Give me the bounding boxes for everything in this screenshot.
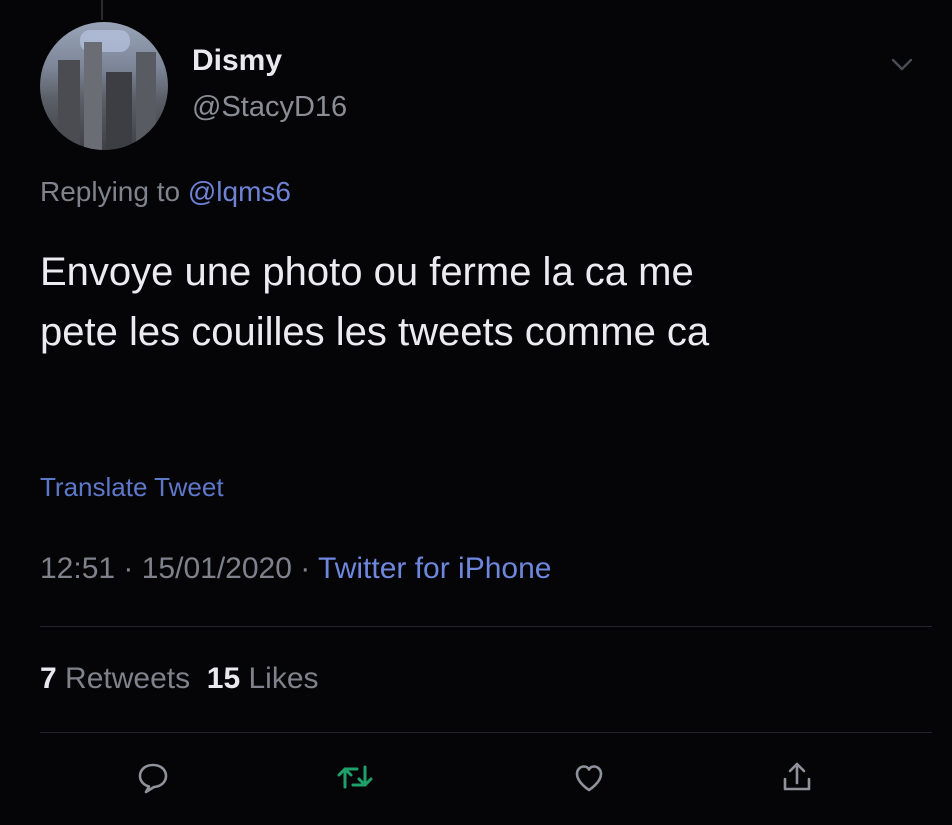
divider xyxy=(40,626,932,627)
reply-button[interactable] xyxy=(130,756,176,802)
tweet-text: Envoye une photo ou ferme la ca me pete … xyxy=(40,242,920,362)
reply-icon xyxy=(133,757,173,802)
share-icon xyxy=(777,757,817,802)
tweet-detail: Dismy @StacyD16 Replying to @lqms6 Envoy… xyxy=(0,0,952,825)
chevron-down-icon[interactable] xyxy=(890,56,914,74)
replying-to: Replying to @lqms6 xyxy=(40,176,291,208)
tweet-text-line: Envoye une photo ou ferme la ca me xyxy=(40,250,694,294)
user-handle[interactable]: @StacyD16 xyxy=(192,91,347,124)
share-button[interactable] xyxy=(774,756,820,802)
retweets-label[interactable]: Retweets xyxy=(65,662,190,695)
reply-mention-link[interactable]: @lqms6 xyxy=(188,176,291,207)
tweet-meta: 12:51 · 15/01/2020 · Twitter for iPhone xyxy=(40,552,551,586)
retweets-count[interactable]: 7 xyxy=(40,662,57,695)
likes-count[interactable]: 15 xyxy=(207,662,240,695)
meta-separator: · xyxy=(291,552,319,585)
divider xyxy=(40,732,932,733)
tweet-source-link[interactable]: Twitter for iPhone xyxy=(318,552,551,585)
avatar[interactable] xyxy=(40,22,168,150)
display-name[interactable]: Dismy xyxy=(192,44,282,78)
heart-icon xyxy=(569,757,609,802)
tweet-time[interactable]: 12:51 xyxy=(40,552,115,585)
tweet-text-line: pete les couilles les tweets comme ca xyxy=(40,310,710,354)
meta-separator: · xyxy=(115,552,142,585)
tweet-stats: 7 Retweets 15 Likes xyxy=(40,662,319,696)
thread-connector xyxy=(101,0,103,20)
likes-label[interactable]: Likes xyxy=(248,662,318,695)
translate-tweet-link[interactable]: Translate Tweet xyxy=(40,472,224,503)
retweet-icon xyxy=(334,757,376,802)
tweet-date[interactable]: 15/01/2020 xyxy=(142,552,292,585)
like-button[interactable] xyxy=(566,756,612,802)
retweet-button[interactable] xyxy=(332,756,378,802)
replying-to-label: Replying to xyxy=(40,176,188,207)
